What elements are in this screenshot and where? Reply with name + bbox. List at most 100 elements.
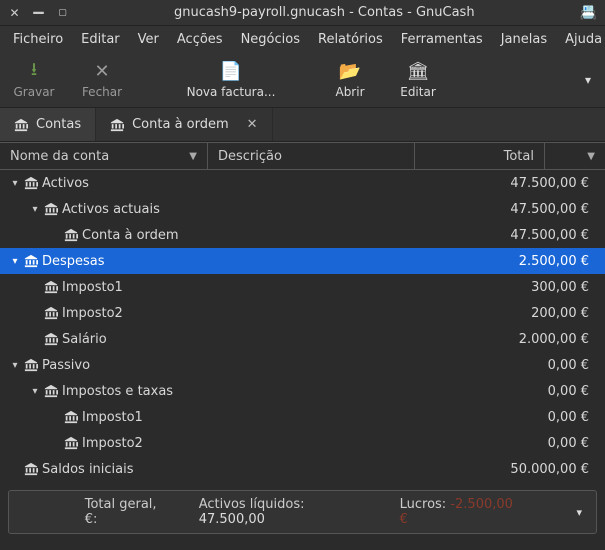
column-description[interactable]: Descrição	[208, 143, 415, 169]
account-row[interactable]: ▾ Passivo0,00 €	[0, 352, 605, 378]
account-total: 47.500,00 €	[421, 228, 599, 243]
column-headers: Nome da conta ▼ Descrição Total ▼	[0, 142, 605, 170]
open-button[interactable]: 📂 Abrir	[316, 52, 384, 107]
account-total: 50.000,00 €	[421, 462, 599, 477]
tab-close-icon[interactable]: ✕	[247, 117, 258, 132]
account-row[interactable]: Imposto20,00 €	[0, 430, 605, 456]
bank-icon	[22, 358, 40, 373]
account-name: Activos	[40, 176, 421, 191]
account-row[interactable]: Imposto1300,00 €	[0, 274, 605, 300]
account-total: 0,00 €	[421, 358, 599, 373]
window-close-icon[interactable]: ✕	[8, 6, 21, 19]
bank-icon	[42, 384, 60, 399]
edit-icon: 🏛	[407, 61, 430, 83]
account-total: 200,00 €	[421, 306, 599, 321]
account-row[interactable]: ▾ Impostos e taxas0,00 €	[0, 378, 605, 404]
chevron-down-icon: ▼	[587, 151, 595, 162]
bank-icon	[42, 332, 60, 347]
menu-relatórios[interactable]: Relatórios	[309, 28, 392, 51]
account-row[interactable]: ▾ Activos actuais47.500,00 €	[0, 196, 605, 222]
net-assets: Activos líquidos: 47.500,00	[199, 497, 374, 527]
bank-icon	[14, 117, 28, 133]
account-row[interactable]: Saldos iniciais50.000,00 €	[0, 456, 605, 482]
menu-ajuda[interactable]: Ajuda	[556, 28, 605, 51]
window-maximize-icon[interactable]: ▢	[56, 6, 69, 19]
account-row[interactable]: Salário2.000,00 €	[0, 326, 605, 352]
window-buttons: ✕ ‒ ▢	[0, 6, 77, 19]
account-row[interactable]: ▾ Despesas2.500,00 €	[0, 248, 605, 274]
new-invoice-button[interactable]: 📄 Nova factura...	[176, 52, 286, 107]
account-name: Imposto2	[80, 436, 421, 451]
expand-icon[interactable]: ▾	[28, 204, 42, 215]
account-row[interactable]: Imposto2200,00 €	[0, 300, 605, 326]
bank-icon	[22, 254, 40, 269]
tab-conta-à-ordem[interactable]: Conta à ordem✕	[96, 108, 272, 141]
menu-ver[interactable]: Ver	[129, 28, 168, 51]
menu-editar[interactable]: Editar	[72, 28, 129, 51]
account-name: Impostos e taxas	[60, 384, 421, 399]
edit-button[interactable]: 🏛 Editar	[384, 52, 452, 107]
account-total: 300,00 €	[421, 280, 599, 295]
account-name: Despesas	[40, 254, 421, 269]
bank-icon	[42, 306, 60, 321]
bank-icon	[42, 280, 60, 295]
account-total: 0,00 €	[421, 436, 599, 451]
bank-icon	[22, 176, 40, 191]
account-tree[interactable]: ▾Activos47.500,00 €▾Activos actuais47.50…	[0, 170, 605, 482]
bank-icon	[62, 410, 80, 425]
column-total[interactable]: Total	[415, 143, 545, 169]
tray-icon[interactable]: 📇	[572, 5, 605, 21]
save-icon: ⭳	[31, 61, 37, 83]
account-name: Passivo	[40, 358, 421, 373]
new-invoice-icon: 📄	[220, 61, 242, 83]
bank-icon	[110, 117, 124, 133]
menu-ficheiro[interactable]: Ficheiro	[4, 28, 72, 51]
toolbar: ⭳ Gravar ✕ Fechar 📄 Nova factura... 📂 Ab…	[0, 52, 605, 108]
account-total: 2.000,00 €	[421, 332, 599, 347]
expand-icon[interactable]: ▾	[28, 386, 42, 397]
account-total: 0,00 €	[421, 410, 599, 425]
menubar: FicheiroEditarVerAcçõesNegóciosRelatório…	[0, 26, 605, 52]
toolbar-overflow-icon[interactable]: ▾	[571, 73, 605, 87]
account-name: Conta à ordem	[80, 228, 421, 243]
account-name: Imposto1	[60, 280, 421, 295]
window-minimize-icon[interactable]: ‒	[32, 6, 45, 19]
save-button[interactable]: ⭳ Gravar	[0, 52, 68, 107]
account-name: Salário	[60, 332, 421, 347]
open-folder-icon: 📂	[339, 61, 361, 83]
expand-icon[interactable]: ▾	[8, 360, 22, 371]
tab-contas[interactable]: Contas	[0, 108, 96, 141]
menu-janelas[interactable]: Janelas	[492, 28, 556, 51]
grand-total-label: Total geral, €:	[85, 497, 173, 527]
summary-bar: Total geral, €: Activos líquidos: 47.500…	[8, 490, 597, 534]
account-name: Activos actuais	[60, 202, 421, 217]
bank-icon	[22, 462, 40, 477]
account-row[interactable]: Conta à ordem47.500,00 €	[0, 222, 605, 248]
column-extra[interactable]: ▼	[545, 143, 605, 169]
close-icon: ✕	[94, 61, 109, 83]
account-total: 0,00 €	[421, 384, 599, 399]
account-total: 2.500,00 €	[421, 254, 599, 269]
summary-overflow-icon[interactable]: ▾	[576, 506, 582, 519]
expand-icon[interactable]: ▾	[8, 178, 22, 189]
account-name: Imposto1	[80, 410, 421, 425]
bank-icon	[42, 202, 60, 217]
menu-acções[interactable]: Acções	[168, 28, 232, 51]
account-total: 47.500,00 €	[421, 176, 599, 191]
tabbar: ContasConta à ordem✕	[0, 108, 605, 142]
bank-icon	[62, 228, 80, 243]
expand-icon[interactable]: ▾	[8, 256, 22, 267]
window-title: gnucash9-payroll.gnucash - Contas - GnuC…	[77, 5, 572, 20]
close-button[interactable]: ✕ Fechar	[68, 52, 136, 107]
menu-negócios[interactable]: Negócios	[232, 28, 309, 51]
sort-indicator-icon: ▼	[189, 151, 197, 162]
bank-icon	[62, 436, 80, 451]
account-row[interactable]: Imposto10,00 €	[0, 404, 605, 430]
account-row[interactable]: ▾ Activos47.500,00 €	[0, 170, 605, 196]
column-name[interactable]: Nome da conta ▼	[0, 143, 208, 169]
account-name: Saldos iniciais	[40, 462, 421, 477]
profits: Lucros: -2.500,00 €	[400, 497, 525, 527]
menu-ferramentas[interactable]: Ferramentas	[392, 28, 492, 51]
account-total: 47.500,00 €	[421, 202, 599, 217]
account-name: Imposto2	[60, 306, 421, 321]
